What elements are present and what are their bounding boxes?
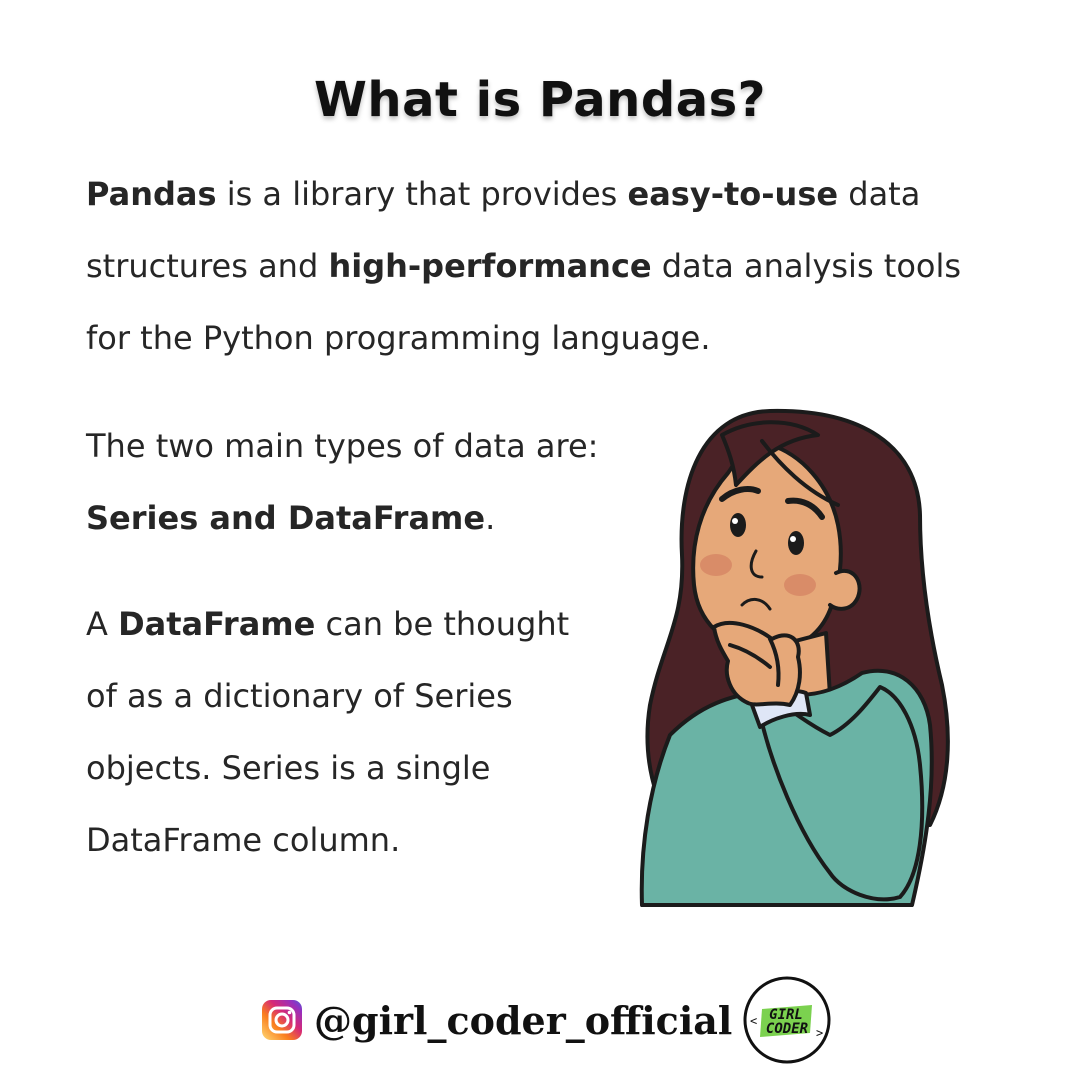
logo-line-2: CODER [766, 1021, 808, 1037]
cheek-left [700, 554, 732, 576]
intro-term-performance: high-performance [328, 247, 652, 285]
svg-text:<: < [750, 1014, 757, 1028]
girl-coder-logo: < > GIRL CODER [743, 976, 831, 1064]
thinking-girl-illustration [639, 408, 950, 907]
page-title: What is Pandas? [313, 72, 766, 128]
dataframe-term: DataFrame [118, 605, 316, 643]
intro-term-easy: easy-to-use [627, 175, 839, 213]
intro-term-pandas: Pandas [86, 175, 217, 213]
types-term: Series and DataFrame [86, 499, 486, 537]
cheek-right [784, 574, 816, 596]
types-text-1: The two main types of data are: [86, 427, 599, 465]
eye-left [730, 513, 746, 537]
svg-text:>: > [816, 1026, 823, 1040]
footer: @girl_coder_official < > GIRL CODER [262, 974, 832, 1066]
dataframe-paragraph: A DataFrame can be thought of as a dicti… [86, 588, 606, 876]
instagram-handle[interactable]: @girl_coder_official [314, 998, 732, 1043]
types-text-2: . [485, 499, 496, 537]
dataframe-text-2: can be thought of as a dictionary of Ser… [86, 605, 570, 859]
types-paragraph: The two main types of data are: Series a… [86, 410, 606, 554]
intro-text-1: is a library that provides [216, 175, 628, 213]
instagram-icon[interactable] [262, 1000, 302, 1040]
eye-right [788, 531, 804, 555]
intro-paragraph: Pandas is a library that provides easy-t… [86, 158, 1006, 374]
dataframe-text-1: A [86, 605, 119, 643]
